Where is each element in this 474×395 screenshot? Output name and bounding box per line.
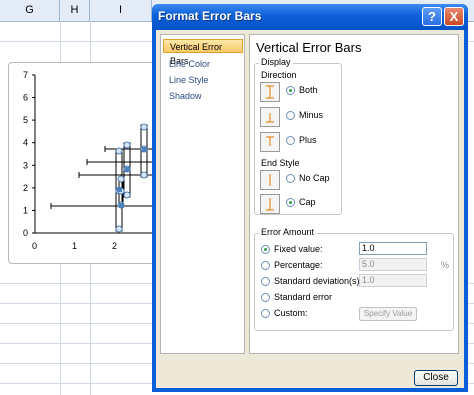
error-amount-group: Error Amount Fixed value: 1.0 Percentage… (254, 227, 454, 331)
fixed-value-label[interactable]: Fixed value: (274, 244, 323, 254)
cap-icon[interactable] (260, 194, 280, 214)
nav-item-vertical-error-bars[interactable]: Vertical Error Bars (163, 39, 243, 66)
format-error-bars-dialog: Format Error Bars ? X Vertical Error Bar… (152, 4, 468, 392)
fixed-value-radio[interactable] (261, 245, 270, 254)
dialog-title-bar[interactable]: Format Error Bars ? X (152, 4, 468, 30)
category-nav: Vertical Error Bars Line Color Line Styl… (160, 34, 245, 354)
y-tick-label: 7 (23, 70, 28, 80)
panel-title: Vertical Error Bars (256, 40, 362, 55)
direction-plus-label[interactable]: Plus (299, 135, 317, 145)
std-dev-input[interactable]: 1.0 (359, 274, 427, 287)
y-tick-label: 4 (23, 138, 28, 148)
std-dev-radio[interactable] (261, 277, 270, 286)
direction-minus-label[interactable]: Minus (299, 110, 323, 120)
column-header-g[interactable]: G (0, 0, 60, 21)
no-cap-icon[interactable] (260, 170, 280, 190)
direction-plus-icon[interactable] (260, 132, 280, 152)
direction-plus-radio[interactable] (286, 136, 295, 145)
horizontal-error-bars (50, 146, 154, 209)
end-style-label: End Style (261, 158, 300, 168)
direction-label: Direction (261, 70, 297, 80)
x-tick-label: 2 (112, 241, 117, 251)
nav-item-line-style[interactable]: Line Style (163, 73, 243, 87)
percentage-radio[interactable] (261, 261, 270, 270)
help-button[interactable]: ? (422, 7, 442, 26)
direction-both-label[interactable]: Both (299, 85, 318, 95)
cap-radio[interactable] (286, 198, 295, 207)
nav-item-shadow[interactable]: Shadow (163, 89, 243, 103)
x-tick-label: 1 (72, 241, 77, 251)
cap-label[interactable]: Cap (299, 197, 316, 207)
minus-direction-icon (266, 113, 274, 123)
y-tick-label: 3 (23, 160, 28, 170)
question-mark-icon: ? (428, 9, 436, 24)
fixed-value-input[interactable]: 1.0 (359, 242, 427, 255)
direction-both-icon[interactable] (260, 82, 280, 102)
percent-sign: % (441, 260, 450, 270)
display-group: Display Direction Both Minus Plus End St… (254, 57, 342, 215)
y-tick-label: 0 (23, 228, 28, 238)
both-direction-icon (266, 85, 274, 99)
error-amount-group-label: Error Amount (259, 227, 317, 237)
direction-both-radio[interactable] (286, 86, 295, 95)
title-close-button[interactable]: X (444, 7, 464, 26)
close-icon: X (449, 9, 459, 24)
selection-handles (115, 123, 148, 233)
no-cap-style-icon (269, 174, 271, 186)
scatter-chart[interactable]: 7 6 5 4 3 2 1 0 0 1 2 (9, 63, 169, 265)
dialog-client-area: Vertical Error Bars Line Color Line Styl… (156, 30, 464, 388)
close-button[interactable]: Close (414, 370, 458, 386)
plus-direction-icon (266, 136, 274, 146)
no-cap-radio[interactable] (286, 174, 295, 183)
y-tick-label: 1 (23, 205, 28, 215)
no-cap-label[interactable]: No Cap (299, 173, 330, 183)
std-dev-label[interactable]: Standard deviation(s): (274, 276, 362, 286)
direction-minus-icon[interactable] (260, 107, 280, 127)
percentage-input[interactable]: 5.0 (359, 258, 427, 271)
specify-value-button[interactable]: Specify Value (359, 307, 417, 321)
y-tick-label: 2 (23, 183, 28, 193)
cap-style-icon (266, 198, 274, 211)
display-group-label: Display (259, 57, 293, 67)
y-tick-label: 6 (23, 93, 28, 103)
settings-panel: Vertical Error Bars Display Direction Bo… (249, 34, 459, 354)
column-header-h[interactable]: H (60, 0, 90, 21)
percentage-label[interactable]: Percentage: (274, 260, 323, 270)
nav-item-line-color[interactable]: Line Color (163, 57, 243, 71)
y-tick-label: 5 (23, 115, 28, 125)
dialog-title: Format Error Bars (158, 9, 262, 23)
custom-radio[interactable] (261, 309, 270, 318)
custom-label[interactable]: Custom: (274, 308, 308, 318)
std-error-label[interactable]: Standard error (274, 292, 332, 302)
direction-minus-radio[interactable] (286, 111, 295, 120)
x-tick-label: 0 (32, 241, 37, 251)
column-header-i[interactable]: I (90, 0, 152, 21)
std-error-radio[interactable] (261, 293, 270, 302)
embedded-chart[interactable]: 7 6 5 4 3 2 1 0 0 1 2 (8, 62, 168, 264)
